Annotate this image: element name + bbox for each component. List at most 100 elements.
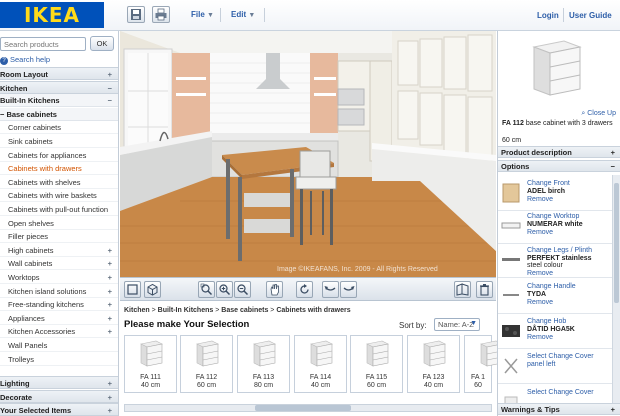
2d-view-icon[interactable]: [124, 281, 141, 298]
product-size: 60 cm: [196, 382, 217, 389]
sidebar-item[interactable]: Free-standing kitchens +: [0, 298, 118, 312]
rotate-icon[interactable]: [296, 281, 313, 298]
expand-icon[interactable]: +: [108, 298, 112, 311]
breadcrumb-item[interactable]: Built-In Kitchens: [158, 307, 214, 314]
sidebar-item[interactable]: Corner cabinets: [0, 121, 118, 135]
sidebar-item[interactable]: Your Selected Items +: [0, 403, 118, 416]
expand-icon[interactable]: +: [108, 271, 112, 284]
expand-icon[interactable]: +: [108, 312, 112, 325]
warnings-tips-header[interactable]: Warnings & Tips +: [498, 403, 620, 415]
product-card[interactable]: FA 112 60 cm: [180, 335, 233, 393]
zoom-out-icon[interactable]: [234, 281, 251, 298]
change-option-link[interactable]: Change Worktop: [527, 213, 579, 220]
collapse-icon[interactable]: −: [108, 82, 112, 95]
camera-view-icon[interactable]: [454, 281, 471, 298]
sidebar-item-label: − Base cabinets: [0, 109, 57, 119]
expand-icon[interactable]: +: [108, 68, 112, 81]
sidebar-item[interactable]: Cabinets with pull-out function: [0, 203, 118, 216]
change-option-link[interactable]: Select Change Cover: [527, 389, 594, 396]
scroll-thumb[interactable]: [614, 183, 619, 303]
change-option-link[interactable]: Select Change Cover: [527, 353, 594, 360]
option-value[interactable]: panel left: [527, 361, 555, 368]
horizontal-scrollbar[interactable]: [124, 404, 492, 412]
expand-icon[interactable]: +: [108, 285, 112, 298]
expand-icon[interactable]: +: [108, 391, 112, 404]
remove-option-link[interactable]: Remove: [527, 299, 553, 306]
sidebar-item-label: Kitchen Accessories: [8, 327, 76, 337]
expand-icon[interactable]: +: [108, 404, 112, 416]
product-card[interactable]: FA 115 60 cm: [350, 335, 403, 393]
sidebar-item[interactable]: Sink cabinets: [0, 135, 118, 148]
sort-select[interactable]: Name: A-Z ▼: [434, 318, 480, 331]
change-option-link[interactable]: Change Hob: [527, 318, 566, 325]
sidebar-item[interactable]: Built-In Kitchens −: [0, 94, 118, 108]
options-header[interactable]: Options −: [498, 160, 620, 172]
sidebar-item[interactable]: Kitchen −: [0, 80, 118, 95]
file-menu[interactable]: File ▼: [191, 10, 214, 19]
product-description-header[interactable]: Product description +: [498, 146, 620, 158]
sidebar-item[interactable]: Wall cabinets +: [0, 257, 118, 271]
ok-button[interactable]: OK: [90, 36, 114, 51]
product-card[interactable]: FA 111 40 cm: [124, 335, 177, 393]
close-up-link[interactable]: ⌕ Close Up: [581, 110, 616, 118]
user-guide-link[interactable]: User Guide: [569, 11, 612, 20]
expand-icon[interactable]: +: [108, 257, 112, 270]
search-help-link[interactable]: ? Search help: [0, 55, 50, 65]
zoom-fit-icon[interactable]: [198, 281, 215, 298]
sidebar-item[interactable]: Kitchen Accessories +: [0, 325, 118, 339]
edit-menu[interactable]: Edit ▼: [231, 10, 255, 19]
sidebar-item[interactable]: Trolleys: [0, 353, 118, 366]
sidebar-item-label: Corner cabinets: [8, 123, 61, 133]
product-card[interactable]: FA 1 60: [464, 335, 503, 393]
search-input[interactable]: [0, 37, 86, 51]
3d-kitchen-view[interactable]: Image ©IKEAFANS, Inc. 2009 - All Rights …: [120, 31, 496, 277]
pan-hand-icon[interactable]: [266, 281, 283, 298]
change-option-link[interactable]: Change Front: [527, 180, 570, 187]
sidebar-item[interactable]: Cabinets for appliances: [0, 149, 118, 162]
save-icon[interactable]: [127, 6, 145, 23]
sidebar-item[interactable]: Lighting +: [0, 376, 118, 389]
product-card[interactable]: FA 114 40 cm: [294, 335, 347, 393]
print-icon[interactable]: [152, 6, 170, 23]
sidebar-item[interactable]: Cabinets with wire baskets: [0, 189, 118, 203]
scroll-thumb[interactable]: [255, 405, 351, 411]
sidebar-item[interactable]: Open shelves: [0, 217, 118, 230]
left-sidebar: OK ?Search help Room Layout+Kitchen−Buil…: [0, 31, 119, 416]
rotate-right-icon[interactable]: [340, 281, 357, 298]
sidebar-item[interactable]: Appliances +: [0, 312, 118, 325]
zoom-in-icon[interactable]: [216, 281, 233, 298]
sidebar-item[interactable]: High cabinets +: [0, 244, 118, 257]
expand-icon[interactable]: +: [108, 325, 112, 338]
rotate-left-icon[interactable]: [322, 281, 339, 298]
sidebar-item[interactable]: Kitchen island solutions +: [0, 285, 118, 298]
sidebar-item[interactable]: Wall Panels: [0, 339, 118, 352]
selection-heading: Please make Your Selection: [124, 319, 250, 330]
trash-icon[interactable]: [476, 281, 493, 298]
sidebar-item[interactable]: Worktops +: [0, 271, 118, 284]
sidebar-item[interactable]: − Base cabinets: [0, 107, 118, 121]
remove-option-link[interactable]: Remove: [527, 229, 553, 236]
product-card[interactable]: FA 113 80 cm: [237, 335, 290, 393]
expand-icon[interactable]: +: [108, 244, 112, 257]
change-option-link[interactable]: Change Legs / Plinth: [527, 247, 592, 254]
sidebar-item[interactable]: Cabinets with drawers: [0, 162, 118, 176]
3d-view-icon[interactable]: [144, 281, 161, 298]
remove-option-link[interactable]: Remove: [527, 196, 553, 203]
collapse-icon[interactable]: −: [108, 94, 112, 107]
remove-option-link[interactable]: Remove: [527, 334, 553, 341]
sidebar-item[interactable]: Room Layout +: [0, 67, 118, 80]
cabinet-thumbnail-icon: [310, 340, 333, 367]
product-card[interactable]: FA 123 40 cm: [407, 335, 460, 393]
options-scrollbar[interactable]: [612, 175, 620, 403]
sidebar-item[interactable]: Decorate +: [0, 389, 118, 404]
help-icon: ?: [0, 57, 8, 65]
sidebar-item[interactable]: Filler pieces: [0, 230, 118, 244]
sidebar-item[interactable]: Cabinets with shelves: [0, 176, 118, 189]
breadcrumb-item[interactable]: Base cabinets: [221, 307, 268, 314]
change-option-link[interactable]: Change Handle: [527, 283, 576, 290]
remove-option-link[interactable]: Remove: [527, 270, 553, 277]
login-link[interactable]: Login: [537, 11, 559, 20]
expand-icon[interactable]: +: [108, 377, 112, 390]
cabinet-thumbnail-icon: [253, 340, 276, 367]
breadcrumb-item[interactable]: Kitchen: [124, 307, 150, 314]
